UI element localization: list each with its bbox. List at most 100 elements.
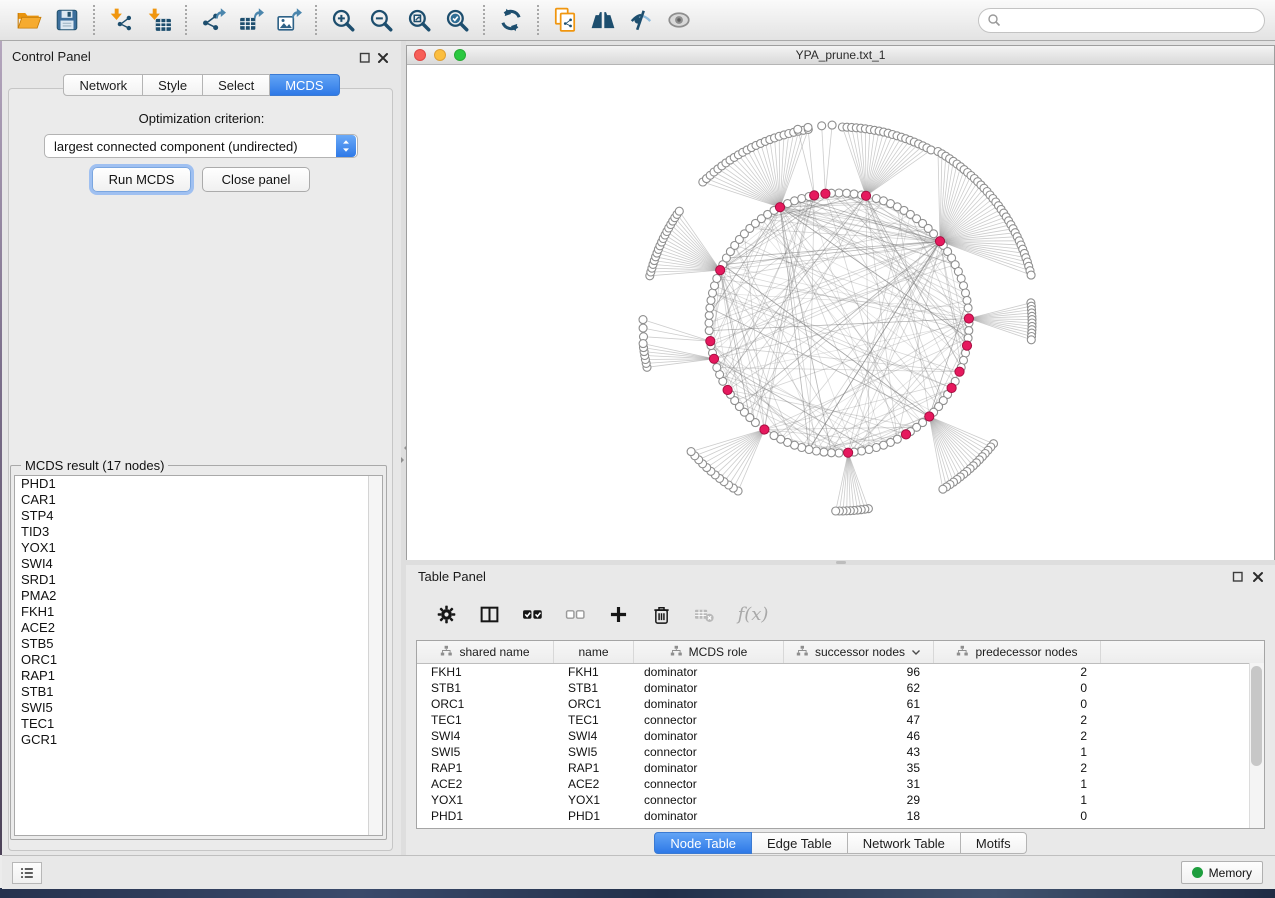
- network-leaf-node[interactable]: [639, 340, 647, 348]
- network-node[interactable]: [865, 446, 873, 454]
- export-network-icon[interactable]: [194, 4, 232, 36]
- cell-predecessor-nodes[interactable]: 2: [934, 713, 1101, 727]
- network-leaf-node[interactable]: [939, 485, 947, 493]
- mcds-result-item[interactable]: STB5: [15, 636, 382, 652]
- export-table-icon[interactable]: [232, 4, 270, 36]
- mcds-hub-node[interactable]: [935, 237, 944, 246]
- mcds-hub-node[interactable]: [947, 383, 956, 392]
- cell-name[interactable]: PHD1: [554, 809, 634, 823]
- tab-select[interactable]: Select: [203, 74, 270, 96]
- network-leaf-node[interactable]: [639, 316, 647, 324]
- binoculars-icon[interactable]: [584, 4, 622, 36]
- cell-MCDS-role[interactable]: dominator: [634, 697, 784, 711]
- cell-MCDS-role[interactable]: dominator: [634, 729, 784, 743]
- open-file-icon[interactable]: [10, 4, 48, 36]
- network-node[interactable]: [713, 275, 721, 283]
- cell-successor-nodes[interactable]: 61: [784, 697, 934, 711]
- memory-button[interactable]: Memory: [1181, 861, 1263, 884]
- tab-mcds[interactable]: MCDS: [270, 74, 339, 96]
- cell-predecessor-nodes[interactable]: 2: [934, 729, 1101, 743]
- table-row-RAP1[interactable]: RAP1RAP1dominator352: [417, 760, 1264, 776]
- network-node[interactable]: [706, 304, 714, 312]
- network-leaf-node[interactable]: [804, 123, 812, 131]
- cell-name[interactable]: ORC1: [554, 697, 634, 711]
- search-field[interactable]: [978, 8, 1265, 33]
- cell-successor-nodes[interactable]: 29: [784, 793, 934, 807]
- cell-successor-nodes[interactable]: 62: [784, 681, 934, 695]
- table-row-FKH1[interactable]: FKH1FKH1dominator962: [417, 664, 1264, 680]
- tab-style[interactable]: Style: [143, 74, 203, 96]
- save-session-icon[interactable]: [48, 4, 86, 36]
- mcds-result-item[interactable]: TEC1: [15, 716, 382, 732]
- cell-MCDS-role[interactable]: dominator: [634, 665, 784, 679]
- zoom-fit-icon[interactable]: [400, 4, 438, 36]
- cell-shared-name[interactable]: YOX1: [417, 793, 554, 807]
- network-node[interactable]: [962, 289, 970, 297]
- run-mcds-button[interactable]: Run MCDS: [92, 167, 191, 192]
- network-node[interactable]: [858, 447, 866, 455]
- unselect-all-columns-icon[interactable]: [561, 601, 589, 629]
- cell-shared-name[interactable]: ACE2: [417, 777, 554, 791]
- network-leaf-node[interactable]: [639, 324, 647, 332]
- tab-node-table[interactable]: Node Table: [654, 832, 752, 854]
- network-leaf-node[interactable]: [1027, 271, 1035, 279]
- mcds-result-item[interactable]: ORC1: [15, 652, 382, 668]
- cell-MCDS-role[interactable]: dominator: [634, 809, 784, 823]
- network-node[interactable]: [812, 447, 820, 455]
- zoom-in-icon[interactable]: [324, 4, 362, 36]
- network-node[interactable]: [805, 446, 813, 454]
- network-canvas[interactable]: [407, 65, 1274, 560]
- mcds-result-item[interactable]: SWI4: [15, 556, 382, 572]
- cell-successor-nodes[interactable]: 31: [784, 777, 934, 791]
- cell-name[interactable]: FKH1: [554, 665, 634, 679]
- network-node[interactable]: [798, 195, 806, 203]
- settings-gear-icon[interactable]: [432, 601, 460, 629]
- import-network-icon[interactable]: [102, 4, 140, 36]
- mcds-hub-node[interactable]: [962, 341, 971, 350]
- mcds-hub-node[interactable]: [901, 430, 910, 439]
- mcds-result-item[interactable]: CAR1: [15, 492, 382, 508]
- delete-column-icon[interactable]: [647, 601, 675, 629]
- cell-shared-name[interactable]: SWI4: [417, 729, 554, 743]
- cell-shared-name[interactable]: PHD1: [417, 809, 554, 823]
- mcds-result-item[interactable]: STB1: [15, 684, 382, 700]
- cell-predecessor-nodes[interactable]: 2: [934, 665, 1101, 679]
- mcds-hub-node[interactable]: [810, 191, 819, 200]
- column-header-MCDS-role[interactable]: MCDS role: [634, 641, 784, 663]
- cell-successor-nodes[interactable]: 46: [784, 729, 934, 743]
- table-row-STB1[interactable]: STB1STB1dominator620: [417, 680, 1264, 696]
- cell-successor-nodes[interactable]: 96: [784, 665, 934, 679]
- cell-shared-name[interactable]: TEC1: [417, 713, 554, 727]
- table-row-ORC1[interactable]: ORC1ORC1dominator610: [417, 696, 1264, 712]
- cell-name[interactable]: RAP1: [554, 761, 634, 775]
- maximize-window-icon[interactable]: [454, 49, 466, 61]
- mcds-hub-node[interactable]: [775, 203, 784, 212]
- mcds-result-item[interactable]: FKH1: [15, 604, 382, 620]
- refresh-view-icon[interactable]: [492, 4, 530, 36]
- column-layout-icon[interactable]: [475, 601, 503, 629]
- cell-successor-nodes[interactable]: 43: [784, 745, 934, 759]
- network-node[interactable]: [713, 364, 721, 372]
- float-icon[interactable]: [359, 51, 371, 63]
- cell-name[interactable]: ACE2: [554, 777, 634, 791]
- cell-successor-nodes[interactable]: 35: [784, 761, 934, 775]
- splitter-handle[interactable]: [836, 561, 846, 564]
- mcds-hub-node[interactable]: [964, 314, 973, 323]
- network-node[interactable]: [705, 327, 713, 335]
- export-image-icon[interactable]: [270, 4, 308, 36]
- search-input[interactable]: [1006, 12, 1256, 28]
- cell-shared-name[interactable]: ORC1: [417, 697, 554, 711]
- task-history-button[interactable]: [12, 862, 42, 884]
- network-node[interactable]: [964, 304, 972, 312]
- cell-predecessor-nodes[interactable]: 0: [934, 681, 1101, 695]
- cell-successor-nodes[interactable]: 47: [784, 713, 934, 727]
- close-icon[interactable]: [1252, 570, 1264, 582]
- network-leaf-node[interactable]: [675, 207, 683, 215]
- column-header-predecessor-nodes[interactable]: predecessor nodes: [934, 641, 1101, 663]
- cell-shared-name[interactable]: STB1: [417, 681, 554, 695]
- table-row-PHD1[interactable]: PHD1PHD1dominator180: [417, 808, 1264, 824]
- network-node[interactable]: [709, 289, 717, 297]
- cell-MCDS-role[interactable]: dominator: [634, 761, 784, 775]
- network-node[interactable]: [835, 449, 843, 457]
- mcds-hub-node[interactable]: [709, 354, 718, 363]
